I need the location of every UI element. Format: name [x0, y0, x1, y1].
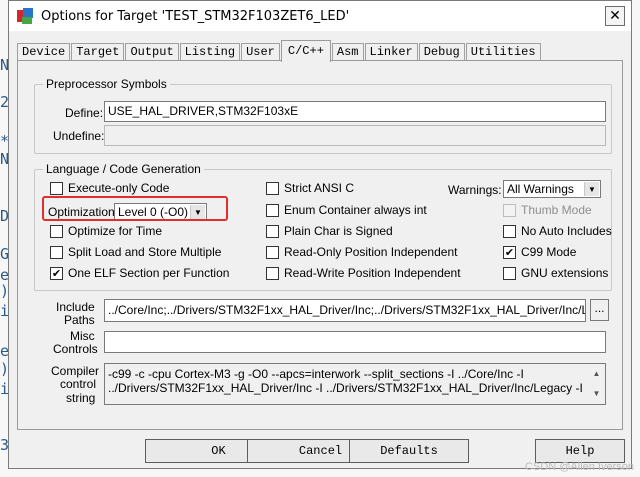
scroll-up-icon[interactable]: ▲	[593, 367, 601, 381]
plain-char-label: Plain Char is Signed	[284, 224, 393, 238]
compiler-label-2: control	[60, 377, 97, 391]
checkbox-box	[503, 203, 516, 217]
c99-mode-checkbox[interactable]: ✔ C99 Mode	[503, 245, 576, 259]
checkbox-box: ✔	[50, 266, 63, 280]
read-only-pi-checkbox[interactable]: Read-Only Position Independent	[266, 245, 457, 259]
read-only-pi-label: Read-Only Position Independent	[284, 245, 458, 259]
warnings-value: All Warnings	[507, 182, 574, 196]
tab-linker[interactable]: Linker	[364, 43, 418, 61]
checkbox-box	[266, 266, 279, 280]
warnings-select[interactable]: All Warnings ▼	[503, 180, 601, 198]
checkbox-box	[50, 245, 63, 259]
checkbox-box	[50, 181, 63, 195]
chevron-down-icon: ▼	[584, 182, 599, 196]
compiler-label-1: Compiler	[51, 364, 100, 378]
tab-strip: Device Target Output Listing User C/C++ Asm Lin…	[17, 39, 542, 62]
undefine-field[interactable]	[104, 125, 606, 146]
checkbox-box	[503, 266, 516, 280]
language-group-label: Language / Code Generation	[43, 162, 204, 176]
plain-char-checkbox[interactable]: Plain Char is Signed	[266, 224, 393, 238]
optimize-time-label: Optimize for Time	[68, 224, 163, 238]
defaults-button[interactable]: Defaults	[349, 439, 469, 463]
options-dialog: Options for Target 'TEST_STM32F103ZET6_L…	[8, 0, 632, 469]
keil-app-icon	[17, 8, 33, 24]
no-auto-includes-checkbox[interactable]: No Auto Includes	[503, 224, 612, 238]
undefine-label: Undefine:	[53, 129, 105, 143]
tab-utilities[interactable]: Utilities	[465, 43, 541, 61]
compiler-line-2: ../Drivers/STM32F1xx_HAL_Driver/Inc -I .…	[108, 381, 583, 395]
split-load-checkbox[interactable]: Split Load and Store Multiple	[50, 245, 221, 259]
one-elf-checkbox[interactable]: ✔ One ELF Section per Function	[50, 266, 229, 280]
misc-controls-field[interactable]	[104, 331, 606, 353]
enum-container-label: Enum Container always int	[284, 203, 427, 217]
one-elf-label: One ELF Section per Function	[68, 266, 230, 280]
no-auto-includes-label: No Auto Includes	[521, 224, 612, 238]
include-paths-field[interactable]: ../Core/Inc;../Drivers/STM32F1xx_HAL_Dri…	[104, 299, 586, 322]
help-button[interactable]: Help	[535, 439, 625, 463]
scroll-down-icon[interactable]: ▼	[593, 387, 601, 401]
include-paths-label-2: Paths	[64, 313, 95, 327]
read-write-pi-checkbox[interactable]: Read-Write Position Independent	[266, 266, 461, 280]
thumb-mode-checkbox[interactable]: Thumb Mode	[503, 203, 592, 217]
window-title: Options for Target 'TEST_STM32F103ZET6_L…	[41, 8, 350, 24]
misc-controls-label-2: Controls	[53, 342, 98, 356]
checkbox-box: ✔	[503, 245, 516, 259]
misc-controls-label-1: Misc	[70, 329, 95, 343]
optimization-highlight-box	[42, 196, 228, 221]
execute-only-label: Execute-only Code	[68, 181, 170, 195]
gnu-extensions-checkbox[interactable]: GNU extensions	[503, 266, 608, 280]
compiler-control-string[interactable]: -c99 -c -cpu Cortex-M3 -g -O0 --apcs=int…	[104, 363, 606, 405]
define-label: Define:	[65, 106, 104, 120]
define-field[interactable]: USE_HAL_DRIVER,STM32F103xE	[104, 101, 606, 122]
gnu-extensions-label: GNU extensions	[521, 266, 609, 280]
tab-debug[interactable]: Debug	[418, 43, 465, 61]
checkbox-box	[266, 181, 279, 195]
read-write-pi-label: Read-Write Position Independent	[284, 266, 461, 280]
tab-page-c-cpp: Preprocessor Symbols Define: USE_HAL_DRI…	[17, 60, 623, 430]
optimize-time-checkbox[interactable]: Optimize for Time	[50, 224, 162, 238]
tab-target[interactable]: Target	[71, 43, 125, 61]
enum-container-checkbox[interactable]: Enum Container always int	[266, 203, 427, 217]
checkbox-box	[266, 203, 279, 217]
vertical-scrollbar[interactable]: ▲ ▼	[588, 364, 605, 404]
compiler-line-1: -c99 -c -cpu Cortex-M3 -g -O0 --apcs=int…	[108, 367, 524, 381]
strict-ansi-label: Strict ANSI C	[284, 181, 355, 195]
watermark: CSDN @Allen Iverson	[525, 461, 634, 473]
checkbox-box	[266, 245, 279, 259]
title-bar[interactable]: Options for Target 'TEST_STM32F103ZET6_L…	[9, 1, 631, 31]
thumb-mode-label: Thumb Mode	[521, 203, 592, 217]
tab-asm[interactable]: Asm	[331, 43, 364, 61]
checkbox-box	[503, 224, 516, 238]
c99-mode-label: C99 Mode	[521, 245, 577, 259]
tab-listing[interactable]: Listing	[179, 43, 241, 61]
split-load-label: Split Load and Store Multiple	[68, 245, 222, 259]
checkbox-box	[266, 224, 279, 238]
execute-only-checkbox[interactable]: Execute-only Code	[50, 181, 169, 195]
compiler-label-3: string	[66, 391, 96, 405]
checkbox-box	[50, 224, 63, 238]
tab-c-c-[interactable]: C/C++	[280, 40, 331, 62]
include-paths-label-1: Include	[56, 300, 95, 314]
tab-user[interactable]: User	[241, 43, 280, 61]
close-button[interactable]: ✕	[605, 6, 625, 26]
preprocessor-group-label: Preprocessor Symbols	[43, 77, 170, 91]
warnings-label: Warnings:	[448, 183, 502, 197]
tab-device[interactable]: Device	[17, 43, 71, 61]
strict-ansi-checkbox[interactable]: Strict ANSI C	[266, 181, 354, 195]
include-paths-browse-button[interactable]: ...	[590, 299, 609, 321]
tab-output[interactable]: Output	[125, 43, 179, 61]
